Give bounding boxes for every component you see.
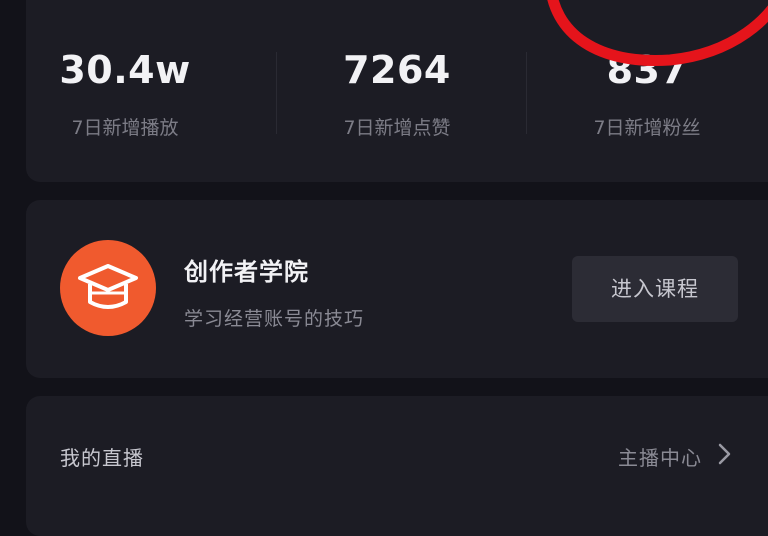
graduation-cap-icon (60, 240, 156, 336)
stat-new-fans[interactable]: 837 7日新增粉丝 (522, 0, 768, 182)
stat-value: 7264 (343, 48, 451, 92)
stat-value: 30.4w (59, 48, 191, 92)
academy-title: 创作者学院 (184, 258, 309, 286)
stat-new-plays[interactable]: 30.4w 7日新增播放 (0, 0, 250, 182)
stat-label: 7日新增粉丝 (593, 117, 701, 139)
creator-academy-card[interactable]: 创作者学院 学习经营账号的技巧 进入课程 (26, 200, 768, 378)
chevron-right-icon[interactable] (712, 442, 736, 466)
stat-label: 7日新增播放 (71, 117, 179, 139)
my-live-card: 我的直播 主播中心 (26, 396, 768, 536)
stats-card: 30.4w 7日新增播放 7264 7日新增点赞 837 7日新增粉丝 (26, 0, 768, 182)
stat-value: 837 (606, 48, 688, 92)
academy-subtitle: 学习经营账号的技巧 (184, 308, 365, 330)
my-live-title: 我的直播 (60, 446, 144, 470)
stat-new-likes[interactable]: 7264 7日新增点赞 (272, 0, 522, 182)
enter-course-button[interactable]: 进入课程 (572, 256, 738, 322)
stat-label: 7日新增点赞 (343, 117, 451, 139)
streamer-center-link[interactable]: 主播中心 (618, 442, 702, 471)
